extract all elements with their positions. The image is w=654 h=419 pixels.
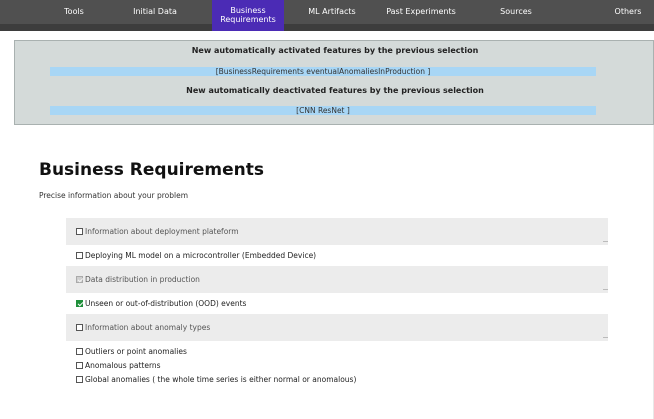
auto-feature-notice: New automatically activated features by …: [14, 40, 654, 125]
section-distribution-label: Data distribution in production: [76, 266, 200, 293]
nav-tab-ml-artifacts[interactable]: ML Artifacts: [292, 0, 372, 24]
page-subtitle: Precise information about your problem: [39, 191, 189, 200]
top-navbar: Tools Initial Data Business Requirements…: [0, 0, 654, 31]
nav-tab-initial-data[interactable]: Initial Data: [120, 0, 190, 24]
patterns-label[interactable]: Anomalous patterns: [76, 359, 161, 373]
nav-tab-tools[interactable]: Tools: [44, 0, 104, 24]
anomaly-section-checkbox[interactable]: [76, 324, 83, 331]
ood-checkbox[interactable]: [76, 300, 83, 307]
ood-text: Unseen or out-of-distribution (OOD) even…: [85, 299, 247, 308]
outliers-label[interactable]: Outliers or point anomalies: [76, 345, 187, 359]
section-anomaly-types[interactable]: Information about anomaly types: [66, 314, 608, 341]
patterns-text: Anomalous patterns: [85, 361, 161, 370]
microcontroller-label[interactable]: Deploying ML model on a microcontroller …: [76, 249, 316, 263]
section-data-distribution[interactable]: Data distribution in production: [66, 266, 608, 293]
nav-tab-past-experiments[interactable]: Past Experiments: [378, 0, 464, 24]
deployment-section-text: Information about deployment plateform: [85, 227, 239, 236]
anomaly-section-text: Information about anomaly types: [85, 323, 211, 332]
microcontroller-text: Deploying ML model on a microcontroller …: [85, 251, 317, 260]
outliers-checkbox[interactable]: [76, 348, 83, 355]
distribution-section-text: Data distribution in production: [85, 275, 200, 284]
nav-tab-sources[interactable]: Sources: [484, 0, 548, 24]
section-deployment-platform[interactable]: Information about deployment plateform: [66, 218, 608, 245]
outliers-text: Outliers or point anomalies: [85, 347, 187, 356]
deactivated-features-list: [CNN ResNet ]: [50, 106, 596, 115]
activated-heading: New automatically activated features by …: [191, 46, 479, 55]
option-ood-events[interactable]: Unseen or out-of-distribution (OOD) even…: [66, 297, 608, 311]
section-deployment-label[interactable]: Information about deployment plateform: [76, 218, 239, 245]
section-resize-handle: [603, 337, 608, 338]
global-label[interactable]: Global anomalies ( the whole time series…: [76, 373, 356, 387]
section-resize-handle: [603, 241, 608, 242]
section-resize-handle: [603, 289, 608, 290]
global-text: Global anomalies ( the whole time series…: [85, 375, 357, 384]
option-outliers[interactable]: Outliers or point anomalies: [66, 345, 608, 359]
patterns-checkbox[interactable]: [76, 362, 83, 369]
global-checkbox[interactable]: [76, 376, 83, 383]
page-title: Business Requirements: [39, 160, 265, 180]
nav-tab-others[interactable]: Others: [602, 0, 654, 24]
option-anomalous-patterns[interactable]: Anomalous patterns: [66, 359, 608, 373]
deployment-section-checkbox[interactable]: [76, 228, 83, 235]
section-anomaly-label[interactable]: Information about anomaly types: [76, 314, 210, 341]
option-microcontroller[interactable]: Deploying ML model on a microcontroller …: [66, 249, 608, 263]
activated-features-list: [BusinessRequirements eventualAnomaliesI…: [50, 67, 596, 76]
microcontroller-checkbox[interactable]: [76, 252, 83, 259]
option-global-anomalies[interactable]: Global anomalies ( the whole time series…: [66, 373, 608, 387]
ood-label[interactable]: Unseen or out-of-distribution (OOD) even…: [76, 297, 246, 311]
deactivated-heading: New automatically deactivated features b…: [186, 86, 484, 95]
nav-tab-business-requirements[interactable]: Business Requirements: [212, 0, 284, 31]
distribution-section-checkbox: [76, 276, 83, 283]
